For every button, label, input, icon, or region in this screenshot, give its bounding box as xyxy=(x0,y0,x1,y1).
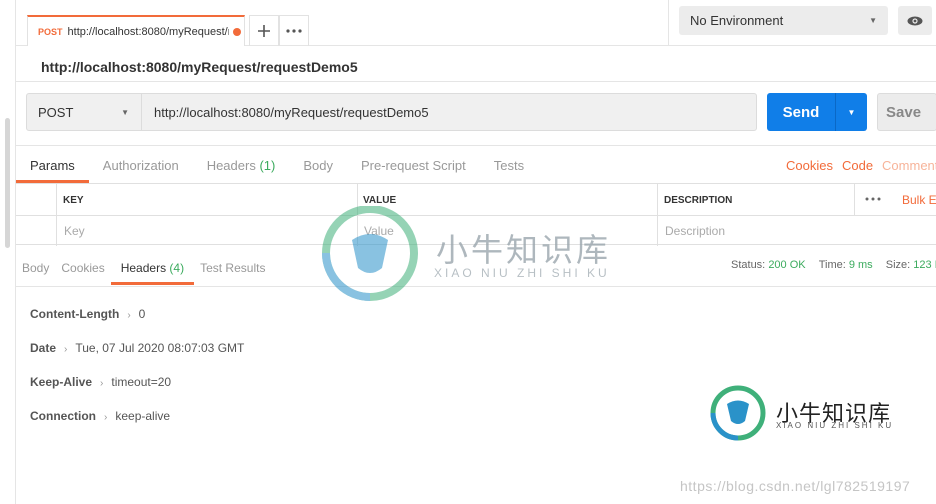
status-value[interactable]: 200 OK xyxy=(768,259,805,271)
size-label: Size: xyxy=(885,259,911,271)
tab-response-headers-label: Headers xyxy=(120,261,167,275)
header-row: Connection › keep-alive xyxy=(30,409,170,423)
code-link[interactable]: Code xyxy=(842,158,873,173)
column-divider xyxy=(854,184,855,215)
tab-body[interactable]: Body xyxy=(289,152,347,183)
chevron-down-icon: ▼ xyxy=(869,16,877,25)
header-key: Keep-Alive xyxy=(30,375,93,389)
save-button[interactable]: Save xyxy=(877,93,936,131)
tab-response-body[interactable]: Body xyxy=(16,254,55,285)
header-key: Connection xyxy=(30,409,96,423)
request-name: http://localhost:8080/myRequest/requestD… xyxy=(41,59,358,75)
key-header: KEY xyxy=(63,195,84,206)
header-row: Date › Tue, 07 Jul 2020 08:07:03 GMT xyxy=(30,341,244,355)
header-value: 0 xyxy=(138,307,146,321)
tab-response-headers[interactable]: Headers (4) xyxy=(110,254,195,285)
watermark-logo xyxy=(710,385,766,441)
headers-count-badge: (1) xyxy=(259,158,276,173)
tab-headers[interactable]: Headers (1) xyxy=(193,152,290,183)
divider xyxy=(668,0,669,46)
chevron-right-icon: › xyxy=(64,344,68,355)
watermark-subtext: XIAO NIU ZHI SHI KU xyxy=(434,266,610,280)
divider xyxy=(16,286,936,287)
plus-icon xyxy=(258,25,270,37)
time-label: Time: xyxy=(818,259,846,271)
header-row: Keep-Alive › timeout=20 xyxy=(30,375,171,389)
header-value: keep-alive xyxy=(115,409,171,423)
more-dots-icon[interactable] xyxy=(865,197,881,201)
tab-tests[interactable]: Tests xyxy=(480,152,538,183)
cookies-link[interactable]: Cookies xyxy=(786,158,833,173)
tab-headers-label: Headers xyxy=(206,158,256,173)
tab-options-button[interactable] xyxy=(279,15,309,46)
divider xyxy=(16,215,936,216)
header-value: timeout=20 xyxy=(111,375,172,389)
sidebar-edge xyxy=(0,0,16,504)
value-header: VALUE xyxy=(363,195,397,206)
description-header: DESCRIPTION xyxy=(664,195,733,206)
eye-icon xyxy=(907,16,923,25)
response-tabs: Body Cookies Headers (4) Test Results xyxy=(16,254,271,285)
watermark-logo xyxy=(322,206,418,301)
header-value: Tue, 07 Jul 2020 08:07:03 GMT xyxy=(75,341,245,355)
tab-params[interactable]: Params xyxy=(16,152,89,183)
method-select[interactable]: POST ▼ xyxy=(26,93,142,131)
chevron-down-icon[interactable]: ▼ xyxy=(836,108,867,117)
environment-quick-look-button[interactable] xyxy=(898,6,932,35)
description-input[interactable]: Description xyxy=(665,224,725,238)
send-button[interactable]: Send ▼ xyxy=(767,93,867,131)
bulk-edit-link[interactable]: Bulk Edit xyxy=(902,193,936,207)
watermark-subtext: XIAO NIU ZHI SHI KU xyxy=(776,421,894,430)
url-input[interactable]: http://localhost:8080/myRequest/requestD… xyxy=(141,93,757,131)
more-dots-icon xyxy=(286,29,302,33)
size-value[interactable]: 123 B xyxy=(913,259,936,271)
method-label: POST xyxy=(38,104,74,120)
chevron-down-icon: ▼ xyxy=(121,107,129,117)
header-key: Content-Length xyxy=(30,307,120,321)
watermark-text: 小牛知识库 xyxy=(436,232,612,268)
header-key: Date xyxy=(30,341,57,355)
request-links: Cookies Code Comments xyxy=(786,152,936,180)
request-tab[interactable]: POST http://localhost:8080/myRequest/req… xyxy=(27,15,245,46)
tab-authorization[interactable]: Authorization xyxy=(89,152,193,183)
divider xyxy=(16,145,936,146)
status-label: Status: xyxy=(731,259,766,271)
key-input[interactable]: Key xyxy=(64,224,85,238)
comments-link[interactable]: Comments xyxy=(882,158,936,173)
header-row: Content-Length › 0 xyxy=(30,307,145,321)
tab-response-cookies[interactable]: Cookies xyxy=(55,254,110,285)
response-headers-count-badge: (4) xyxy=(169,261,185,275)
column-divider xyxy=(657,184,658,246)
scrollbar-thumb[interactable] xyxy=(5,118,10,248)
environment-label: No Environment xyxy=(690,13,784,28)
tab-test-results[interactable]: Test Results xyxy=(194,254,271,285)
time-value[interactable]: 9 ms xyxy=(849,259,873,271)
new-tab-button[interactable] xyxy=(249,15,279,46)
unsaved-dot-icon xyxy=(232,27,241,36)
column-divider xyxy=(56,184,57,246)
environment-select[interactable]: No Environment ▼ xyxy=(679,6,888,35)
tab-url: http://localhost:8080/myRequest/requestD… xyxy=(67,25,229,38)
chevron-right-icon: › xyxy=(127,310,131,321)
divider xyxy=(16,81,936,82)
tab-prerequest-script[interactable]: Pre-request Script xyxy=(347,152,480,183)
response-meta: Status: 200 OK Time: 9 ms Size: 123 B xyxy=(731,259,936,271)
chevron-right-icon: › xyxy=(104,412,108,423)
send-label: Send xyxy=(782,103,820,121)
source-credit: https://blog.csdn.net/lgl782519197 xyxy=(680,478,911,494)
tab-method: POST xyxy=(38,26,63,37)
chevron-right-icon: › xyxy=(100,378,104,389)
